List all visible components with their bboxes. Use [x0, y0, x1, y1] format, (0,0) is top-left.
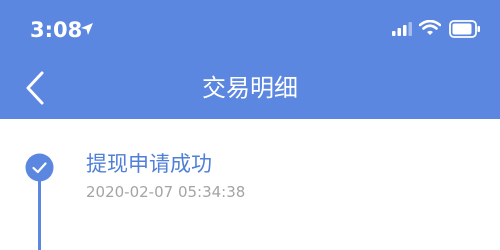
event-title: 提现申请成功 [86, 152, 212, 176]
cellular-signal-icon [392, 22, 412, 36]
header-bar: 3:08 交易明细 [0, 0, 500, 119]
wifi-icon [419, 20, 441, 35]
status-time: 3:08 [30, 18, 83, 42]
timeline-line [38, 180, 41, 250]
location-arrow-icon [81, 23, 93, 35]
check-circle-icon [25, 153, 54, 182]
battery-icon [449, 20, 480, 38]
event-timestamp: 2020-02-07 05:34:38 [86, 183, 246, 201]
page-title: 交易明细 [202, 74, 298, 102]
